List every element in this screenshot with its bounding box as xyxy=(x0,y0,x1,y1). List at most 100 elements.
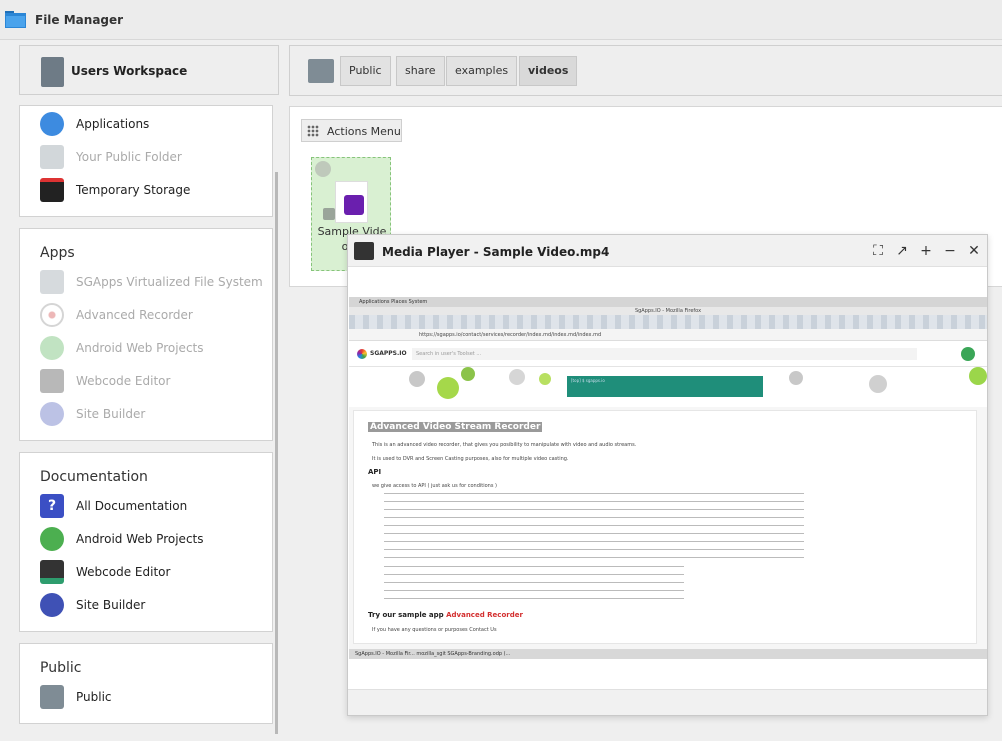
video-doc-intro1: This is an advanced video recorder, that… xyxy=(372,442,637,448)
video-camera-icon xyxy=(344,195,364,215)
folder-user-icon xyxy=(40,685,64,709)
sidebar-item-label: Public xyxy=(76,690,112,704)
video-frame[interactable]: Applications Places System SgApps.IO - M… xyxy=(349,297,987,659)
video-site-search: Search in user's Toolset ... xyxy=(412,348,917,360)
apps-panel: Apps SGApps Virtualized File System Adva… xyxy=(19,228,273,441)
sidebar-item-site-builder[interactable]: Site Builder xyxy=(40,402,265,428)
video-doc-try-text: Try our sample app xyxy=(368,611,444,619)
sidebar-item-android-web-projects[interactable]: Android Web Projects xyxy=(40,527,265,553)
popout-icon[interactable]: ↗ xyxy=(892,241,912,261)
video-doc-contact: If you have any questions or purposes Co… xyxy=(372,627,497,633)
video-doc-bullets xyxy=(384,493,804,563)
video-os-menubar: Applications Places System xyxy=(349,297,987,307)
video-doc-try: Try our sample app Advanced Recorder xyxy=(368,611,523,619)
video-browser-tabs xyxy=(349,315,987,329)
video-site-name: SGAPPS.IO xyxy=(370,350,407,357)
breadcrumb: Public share examples videos xyxy=(289,45,1002,96)
sidebar-item-webcode-editor[interactable]: Webcode Editor xyxy=(40,560,265,586)
sidebar-item-label: Webcode Editor xyxy=(76,374,171,388)
video-doc-api-heading: API xyxy=(368,468,382,476)
sidebar-item-label: SGApps Virtualized File System xyxy=(76,275,263,289)
places-panel: Applications Your Public Folder Temporar… xyxy=(19,105,273,217)
sidebar-item-label: Temporary Storage xyxy=(76,183,191,197)
fullscreen-icon[interactable]: ⛶ xyxy=(868,241,888,261)
sidebar-item-label: Android Web Projects xyxy=(76,532,204,546)
avatar xyxy=(961,347,975,361)
lock-icon xyxy=(323,208,335,220)
sidebar-item-label: Applications xyxy=(76,117,150,131)
globe-gear-icon xyxy=(40,402,64,426)
video-doc-bullets xyxy=(384,566,684,606)
video-terminal-banner: [top] $ sgapps.io xyxy=(567,376,763,397)
breadcrumb-item-public[interactable]: Public xyxy=(340,56,391,86)
sidebar-item-webcode-editor[interactable]: Webcode Editor xyxy=(40,369,265,395)
decor-bubble xyxy=(789,371,803,385)
folder-user-icon[interactable] xyxy=(308,59,334,83)
decor-bubble xyxy=(409,371,425,387)
android-icon xyxy=(40,336,64,360)
decor-bubble xyxy=(437,377,459,399)
video-doc-intro2: It is used to DVR and Screen Casting pur… xyxy=(372,456,569,462)
video-taskbar: SgApps.IO - Mozilla Fir... mozilla_sgit … xyxy=(349,649,987,659)
users-workspace-button[interactable]: Users Workspace xyxy=(19,45,279,95)
grid-icon xyxy=(307,125,319,137)
sd-card-icon xyxy=(40,178,64,202)
sidebar-scrollbar[interactable] xyxy=(275,172,278,734)
decor-bubble xyxy=(539,373,551,385)
public-heading: Public xyxy=(40,660,82,676)
sidebar-item-sgapps-vfs[interactable]: SGApps Virtualized File System xyxy=(40,270,265,296)
sidebar-item-label: Webcode Editor xyxy=(76,565,171,579)
sidebar-item-all-documentation[interactable]: ? All Documentation xyxy=(40,494,265,520)
code-editor-icon xyxy=(40,560,64,584)
sidebar-item-applications[interactable]: Applications xyxy=(40,112,265,138)
actions-menu-label: Actions Menu xyxy=(327,125,401,138)
video-doc-try-link: Advanced Recorder xyxy=(446,611,523,619)
window-titlebar: File Manager xyxy=(0,0,1002,40)
sidebar-item-label: Site Builder xyxy=(76,407,146,421)
decor-bubble xyxy=(509,369,525,385)
video-browser-title: SgApps.IO - Mozilla Firefox xyxy=(349,307,987,315)
close-icon[interactable]: ✕ xyxy=(964,241,984,261)
public-panel: Public Public xyxy=(19,643,273,724)
video-document: Advanced Video Stream Recorder This is a… xyxy=(353,410,977,644)
sidebar-item-label: Site Builder xyxy=(76,598,146,612)
video-browser-url: https://sgapps.io/contact/services/recor… xyxy=(349,329,987,341)
sidebar-item-temporary-storage[interactable]: Temporary Storage xyxy=(40,178,265,204)
breadcrumb-item-share[interactable]: share xyxy=(396,56,445,86)
filesystem-icon xyxy=(40,270,64,294)
gear-icon[interactable] xyxy=(315,161,331,177)
workspace-label: Users Workspace xyxy=(71,64,188,78)
media-player-controls[interactable] xyxy=(348,689,987,715)
decor-bubble xyxy=(461,367,475,381)
question-icon: ? xyxy=(40,494,64,518)
sidebar-item-advanced-recorder[interactable]: Advanced Recorder xyxy=(40,303,265,329)
maximize-icon[interactable]: + xyxy=(916,241,936,261)
media-player-titlebar[interactable]: Media Player - Sample Video.mp4 ⛶ ↗ + − … xyxy=(348,235,987,267)
minimize-icon[interactable]: − xyxy=(940,241,960,261)
window-title: File Manager xyxy=(35,13,124,27)
folder-icon xyxy=(5,11,26,28)
sidebar-item-public[interactable]: Public xyxy=(40,685,265,711)
media-player-window: Media Player - Sample Video.mp4 ⛶ ↗ + − … xyxy=(347,234,988,716)
documentation-heading: Documentation xyxy=(40,469,148,485)
sidebar-item-site-builder[interactable]: Site Builder xyxy=(40,593,265,619)
apps-heading: Apps xyxy=(40,245,75,261)
record-icon xyxy=(40,303,64,327)
breadcrumb-item-examples[interactable]: examples xyxy=(446,56,518,86)
documentation-panel: Documentation ? All Documentation Androi… xyxy=(19,452,273,632)
breadcrumb-item-videos[interactable]: videos xyxy=(519,56,578,86)
video-doc-api-line: we give access to API ( just ask us for … xyxy=(372,483,497,489)
sidebar-item-label: Android Web Projects xyxy=(76,341,204,355)
folder-icon xyxy=(40,145,64,169)
sidebar-item-label: Your Public Folder xyxy=(76,150,182,164)
sidebar-item-android-web-projects[interactable]: Android Web Projects xyxy=(40,336,265,362)
compass-icon xyxy=(40,112,64,136)
media-player-title: Media Player - Sample Video.mp4 xyxy=(382,245,610,259)
video-site-nav: SGAPPS.IO Search in user's Toolset ... xyxy=(349,341,987,367)
usb-icon xyxy=(41,57,64,87)
video-doc-title: Advanced Video Stream Recorder xyxy=(368,422,543,432)
code-editor-icon xyxy=(40,369,64,393)
sidebar-item-public-folder[interactable]: Your Public Folder xyxy=(40,145,265,171)
sgapps-logo-icon xyxy=(357,349,367,359)
actions-menu-button[interactable]: Actions Menu xyxy=(301,119,402,142)
